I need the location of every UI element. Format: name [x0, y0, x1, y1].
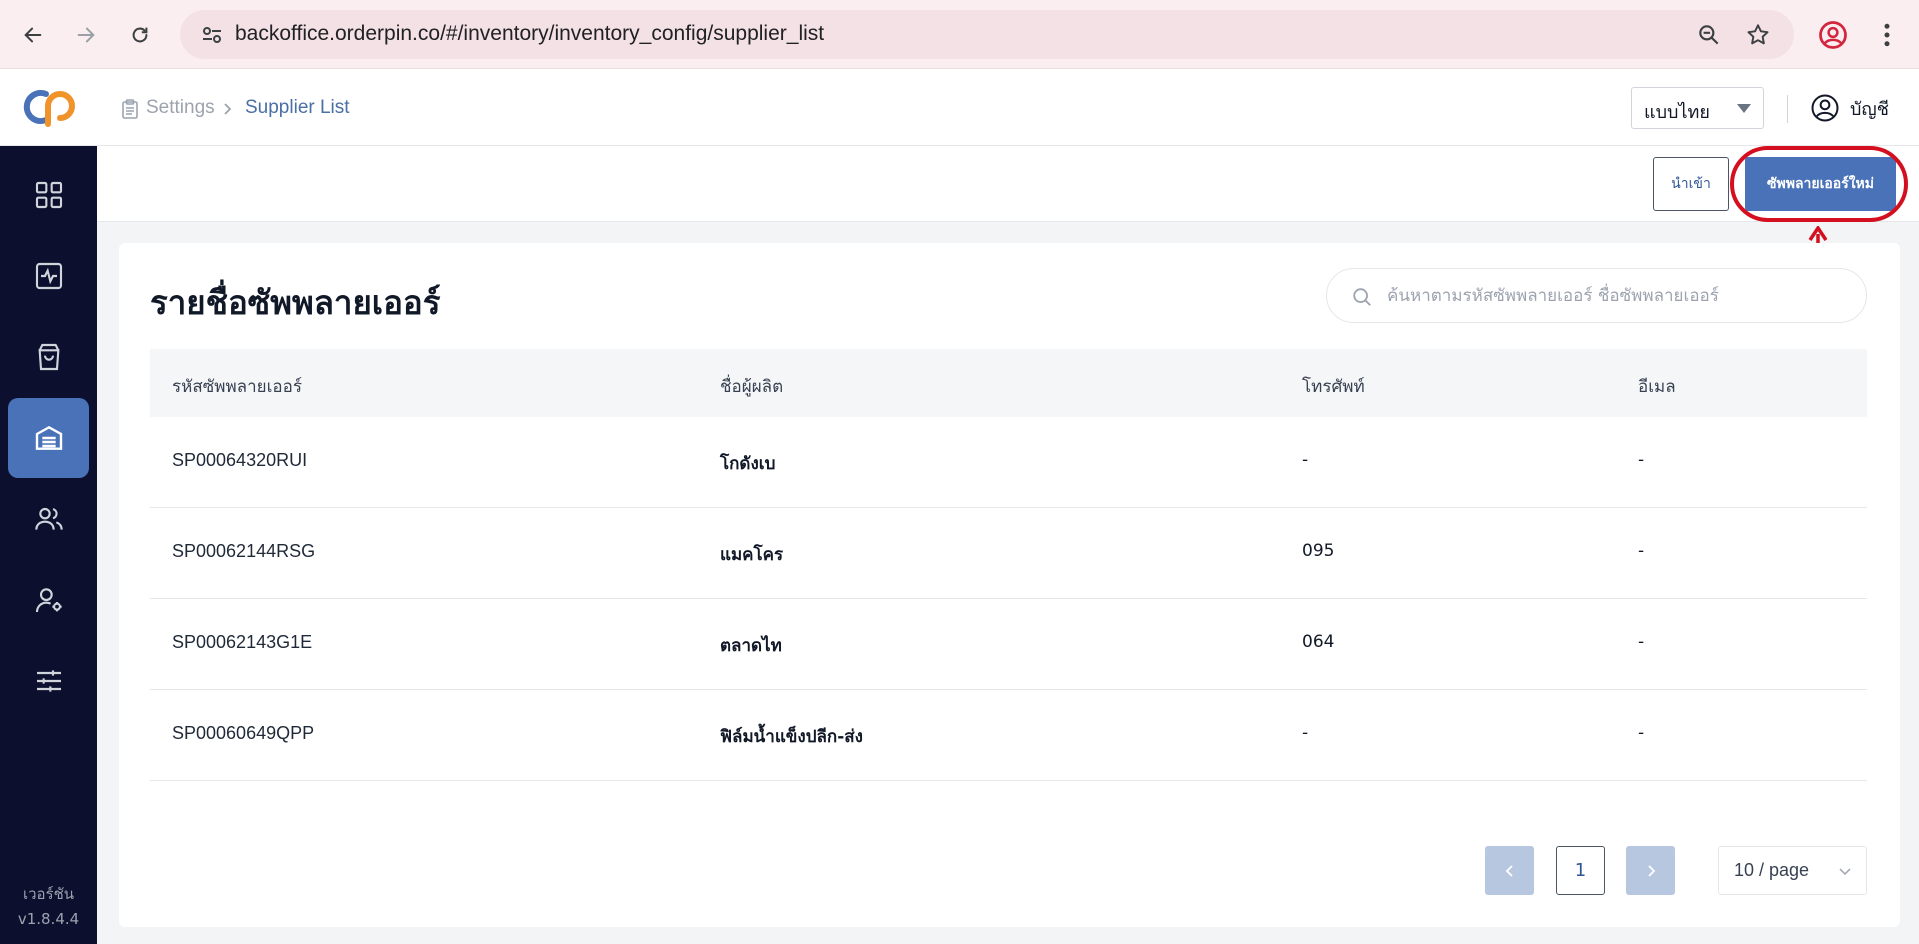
warehouse-icon: [35, 425, 62, 450]
sidebar-item-inventory[interactable]: [8, 398, 89, 478]
account-menu[interactable]: บัญชี: [1810, 91, 1889, 125]
column-header-phone: โทรศัพท์: [1302, 377, 1365, 397]
chevron-down-icon: [1839, 868, 1851, 876]
grid-icon: [35, 181, 62, 209]
shopping-bag-icon: [38, 343, 59, 371]
supplier-code: SP00064320RUI: [172, 450, 308, 470]
pagination-next-button[interactable]: [1626, 846, 1675, 895]
caret-down-icon: [1737, 104, 1751, 113]
import-button[interactable]: นำเข้า: [1653, 157, 1729, 211]
user-settings-icon: [35, 588, 62, 613]
arrow-left-icon: [24, 27, 42, 43]
clipboard-icon: [122, 99, 138, 119]
supplier-code: SP00062144RSG: [172, 541, 316, 561]
search-input[interactable]: [1387, 283, 1847, 309]
supplier-name: แมคโคร: [720, 545, 784, 565]
table-row[interactable]: SP00062143G1E ตลาดไท 064 -: [150, 599, 1867, 690]
supplier-email: -: [1638, 632, 1645, 652]
app-logo[interactable]: [0, 69, 97, 146]
supplier-phone: -: [1302, 723, 1309, 743]
zoom-icon[interactable]: [1696, 22, 1722, 48]
new-supplier-button[interactable]: ซัพพลายเออร์ใหม่: [1745, 157, 1896, 211]
search-icon: [1353, 288, 1371, 306]
column-header-name: ชื่อผู้ผลิต: [720, 377, 784, 397]
breadcrumb-settings[interactable]: Settings: [146, 97, 215, 119]
sliders-icon: [36, 670, 61, 692]
version-number: v1.8.4.4: [17, 910, 80, 928]
table-header: รหัสซัพพลายเออร์ ชื่อผู้ผลิต โทรศัพท์ อี…: [150, 349, 1867, 417]
sidebar-item-reports[interactable]: [8, 236, 89, 316]
reload-icon: [132, 27, 148, 43]
sidebar-item-staff[interactable]: [8, 560, 89, 640]
sidebar-item-customers[interactable]: [8, 479, 89, 559]
supplier-phone: 095: [1302, 541, 1335, 561]
page-size-value: 10 / page: [1734, 860, 1810, 880]
users-icon: [34, 507, 63, 530]
site-settings-icon[interactable]: [200, 23, 224, 47]
bookmark-star-icon[interactable]: [1745, 22, 1771, 48]
profile-icon[interactable]: [1818, 20, 1848, 50]
account-label: บัญชี: [1850, 98, 1889, 120]
supplier-name: ฟิล์มน้ำแข็งปลีก-ส่ง: [720, 727, 863, 747]
orderpin-logo-icon: [23, 90, 75, 127]
table-row[interactable]: SP00060649QPP ฟิล์มน้ำแข็งปลีก-ส่ง - -: [150, 690, 1867, 781]
address-bar[interactable]: backoffice.orderpin.co/#/inventory/inven…: [180, 10, 1794, 59]
supplier-name: โกดังเบ: [720, 454, 776, 474]
sidebar-item-dashboard[interactable]: [8, 155, 89, 235]
sidebar-item-settings[interactable]: [8, 641, 89, 721]
supplier-list-card: รายชื่อซัพพลายเออร์ รหัสซัพพลายเออร์ ชื่…: [119, 243, 1900, 927]
arrow-right-icon: [77, 27, 95, 43]
language-value: แบบไทย: [1644, 102, 1710, 123]
reload-button[interactable]: [122, 17, 158, 53]
chevron-left-icon: [1505, 864, 1513, 877]
forward-button[interactable]: [68, 17, 104, 53]
app-header: Settings Supplier List แบบไทย บัญชี: [97, 69, 1919, 146]
page-size-select[interactable]: 10 / page: [1718, 846, 1867, 895]
supplier-phone: 064: [1302, 632, 1335, 652]
user-circle-icon: [1811, 94, 1839, 122]
column-header-email: อีเมล: [1638, 377, 1676, 397]
supplier-email: -: [1638, 541, 1645, 561]
table-row[interactable]: SP00064320RUI โกดังเบ - -: [150, 417, 1867, 508]
breadcrumb-supplier-list: Supplier List: [245, 97, 350, 118]
language-select[interactable]: แบบไทย: [1631, 87, 1764, 129]
page-title: รายชื่อซัพพลายเออร์: [150, 283, 441, 322]
browser-toolbar: backoffice.orderpin.co/#/inventory/inven…: [0, 0, 1919, 69]
version-label: เวอร์ชัน: [22, 885, 75, 903]
url-text: backoffice.orderpin.co/#/inventory/inven…: [235, 22, 825, 45]
header-divider: [1787, 95, 1788, 123]
chevron-right-icon: [1647, 864, 1655, 877]
sidebar-item-orders[interactable]: [8, 317, 89, 397]
more-vert-icon[interactable]: [1872, 20, 1902, 50]
search-box[interactable]: [1326, 268, 1867, 323]
column-header-code: รหัสซัพพลายเออร์: [172, 377, 302, 397]
activity-icon: [35, 262, 62, 290]
supplier-code: SP00062143G1E: [172, 632, 313, 652]
chevron-right-icon: [224, 103, 232, 115]
back-button[interactable]: [15, 17, 51, 53]
pagination-page-1[interactable]: 1: [1556, 846, 1605, 895]
supplier-code: SP00060649QPP: [172, 723, 315, 743]
action-toolbar: นำเข้า ซัพพลายเออร์ใหม่: [97, 146, 1919, 222]
app-version: เวอร์ชัน v1.8.4.4: [0, 882, 97, 932]
sidebar: เวอร์ชัน v1.8.4.4: [0, 69, 97, 944]
supplier-phone: -: [1302, 450, 1309, 470]
supplier-email: -: [1638, 450, 1645, 470]
pagination-prev-button[interactable]: [1485, 846, 1534, 895]
supplier-name: ตลาดไท: [720, 636, 782, 656]
table-row[interactable]: SP00062144RSG แมคโคร 095 -: [150, 508, 1867, 599]
supplier-email: -: [1638, 723, 1645, 743]
